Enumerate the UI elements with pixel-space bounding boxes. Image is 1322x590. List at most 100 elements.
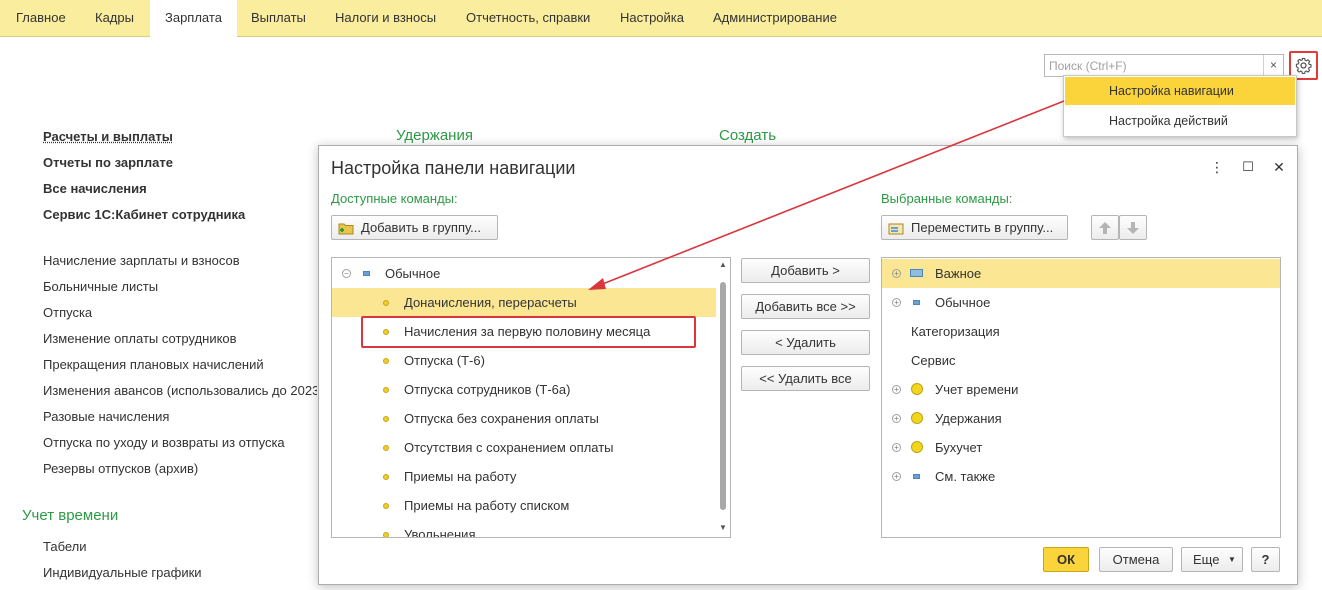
collapse-icon[interactable]: − <box>342 269 351 278</box>
help-button[interactable]: ? <box>1251 547 1280 572</box>
tab-administration[interactable]: Администрирование <box>713 0 837 36</box>
item-label: Категоризация <box>911 324 1000 339</box>
menu-item-navigation-settings[interactable]: Настройка навигации <box>1065 77 1295 105</box>
expand-icon[interactable]: + <box>892 414 901 423</box>
link-individual-schedules[interactable]: Индивидуальные графики <box>43 565 202 580</box>
list-item[interactable]: Отпуска сотрудников (Т-6а) <box>332 375 716 404</box>
list-item[interactable]: Отпуска без сохранения оплаты <box>332 404 716 433</box>
list-item[interactable]: Отсутствия с сохранением оплаты <box>332 433 716 462</box>
list-item[interactable]: + Бухучет <box>882 433 1280 462</box>
scroll-up-icon[interactable]: ▲ <box>719 260 727 269</box>
list-item[interactable]: Сервис <box>882 346 1280 375</box>
more-actions-button[interactable]: Еще ▼ <box>1181 547 1243 572</box>
tab-salary[interactable]: Зарплата <box>150 0 237 37</box>
tab-settings[interactable]: Настройка <box>620 0 684 36</box>
tab-taxes[interactable]: Налоги и взносы <box>335 0 436 36</box>
item-label: Отпуска сотрудников (Т-6а) <box>404 382 571 397</box>
list-item[interactable]: + См. также <box>882 462 1280 491</box>
command-icon <box>383 416 389 422</box>
list-item[interactable]: Отпуска (Т-6) <box>332 346 716 375</box>
item-label: Обычное <box>935 295 991 310</box>
more-vert-icon[interactable]: ⋮ <box>1207 156 1227 178</box>
list-item[interactable]: Начисления за первую половину месяца <box>332 317 716 346</box>
section-create: Создать <box>719 127 777 144</box>
link-sick-leaves[interactable]: Больничные листы <box>43 279 158 294</box>
list-item[interactable]: + Учет времени <box>882 375 1280 404</box>
command-icon <box>383 532 389 537</box>
remove-all-button[interactable]: << Удалить все <box>741 366 870 391</box>
tab-reports[interactable]: Отчетность, справки <box>466 0 590 36</box>
link-timesheets[interactable]: Табели <box>43 539 87 554</box>
search-box: × <box>1044 54 1284 77</box>
item-label: Учет времени <box>935 382 1019 397</box>
expand-icon[interactable]: + <box>892 443 901 452</box>
list-item[interactable]: + Удержания <box>882 404 1280 433</box>
scroll-thumb[interactable] <box>720 282 726 510</box>
move-to-group-button[interactable]: Переместить в группу... <box>881 215 1068 240</box>
add-to-group-label: Добавить в группу... <box>361 220 482 235</box>
list-item[interactable]: Приемы на работу списком <box>332 491 716 520</box>
move-to-group-icon <box>888 220 904 243</box>
maximize-icon[interactable]: ☐ <box>1238 156 1258 178</box>
menu-item-action-settings[interactable]: Настройка действий <box>1065 107 1295 135</box>
tab-payments[interactable]: Выплаты <box>251 0 306 36</box>
item-label: Бухучет <box>935 440 983 455</box>
expand-icon[interactable]: + <box>892 385 901 394</box>
command-icon <box>383 300 389 306</box>
list-item[interactable]: Доначисления, перерасчеты <box>332 288 716 317</box>
group-icon <box>363 271 370 276</box>
section-deductions: Удержания <box>396 127 473 144</box>
expand-icon[interactable]: + <box>892 472 901 481</box>
link-pay-changes[interactable]: Изменение оплаты сотрудников <box>43 331 237 346</box>
dialog-title: Настройка панели навигации <box>331 158 576 178</box>
add-button[interactable]: Добавить > <box>741 258 870 283</box>
list-item[interactable]: − Обычное <box>332 259 716 288</box>
link-payroll-accrual[interactable]: Начисление зарплаты и взносов <box>43 253 240 268</box>
link-calculations-payments[interactable]: Расчеты и выплаты <box>43 129 173 144</box>
link-employee-cabinet[interactable]: Сервис 1С:Кабинет сотрудника <box>43 207 245 222</box>
scroll-down-icon[interactable]: ▼ <box>719 523 727 532</box>
link-vacation-reserves[interactable]: Резервы отпусков (архив) <box>43 461 198 476</box>
item-label: Отсутствия с сохранением оплаты <box>404 440 614 455</box>
cancel-button[interactable]: Отмена <box>1099 547 1173 572</box>
link-accrual-terminations[interactable]: Прекращения плановых начислений <box>43 357 264 372</box>
list-item[interactable]: + Обычное <box>882 288 1280 317</box>
item-label: Приемы на работу <box>404 469 517 484</box>
link-one-time-accruals[interactable]: Разовые начисления <box>43 409 169 424</box>
remove-button[interactable]: < Удалить <box>741 330 870 355</box>
expand-icon[interactable]: + <box>892 298 901 307</box>
add-to-group-button[interactable]: Добавить в группу... <box>331 215 498 240</box>
group-icon <box>913 300 920 305</box>
add-all-button[interactable]: Добавить все >> <box>741 294 870 319</box>
command-icon <box>383 474 389 480</box>
search-input[interactable] <box>1045 55 1262 76</box>
close-icon[interactable]: ✕ <box>1269 156 1289 178</box>
list-item[interactable]: Приемы на работу <box>332 462 716 491</box>
item-label: Увольнения <box>404 527 476 538</box>
section-time-tracking: Учет времени <box>22 507 119 524</box>
list-item[interactable]: + Важное <box>882 259 1280 288</box>
item-label: Отпуска без сохранения оплаты <box>404 411 599 426</box>
group-icon <box>913 474 920 479</box>
expand-icon[interactable]: + <box>892 269 901 278</box>
item-label: См. также <box>935 469 996 484</box>
link-advance-changes[interactable]: Изменения авансов (использовались до 202… <box>43 383 317 398</box>
move-up-button[interactable] <box>1091 215 1119 240</box>
search-clear-button[interactable]: × <box>1263 55 1283 76</box>
link-parental-leave[interactable]: Отпуска по уходу и возвраты из отпуска <box>43 435 285 450</box>
item-label: Доначисления, перерасчеты <box>404 295 577 310</box>
selected-commands-list: + Важное + Обычное Категоризация Сервис … <box>881 257 1281 538</box>
list-item[interactable]: Категоризация <box>882 317 1280 346</box>
tab-main[interactable]: Главное <box>16 0 66 36</box>
item-label: Начисления за первую половину месяца <box>404 324 651 339</box>
link-vacations[interactable]: Отпуска <box>43 305 92 320</box>
list-item[interactable]: Увольнения <box>332 520 716 538</box>
tab-personnel[interactable]: Кадры <box>95 0 134 36</box>
navigation-settings-dialog: Настройка панели навигации ⋮ ☐ ✕ Доступн… <box>318 145 1298 585</box>
section-icon <box>911 412 923 424</box>
link-salary-reports[interactable]: Отчеты по зарплате <box>43 155 173 170</box>
move-down-button[interactable] <box>1119 215 1147 240</box>
ok-button[interactable]: ОК <box>1043 547 1089 572</box>
link-all-accruals[interactable]: Все начисления <box>43 181 147 196</box>
scrollbar[interactable]: ▲ ▼ <box>716 258 730 537</box>
